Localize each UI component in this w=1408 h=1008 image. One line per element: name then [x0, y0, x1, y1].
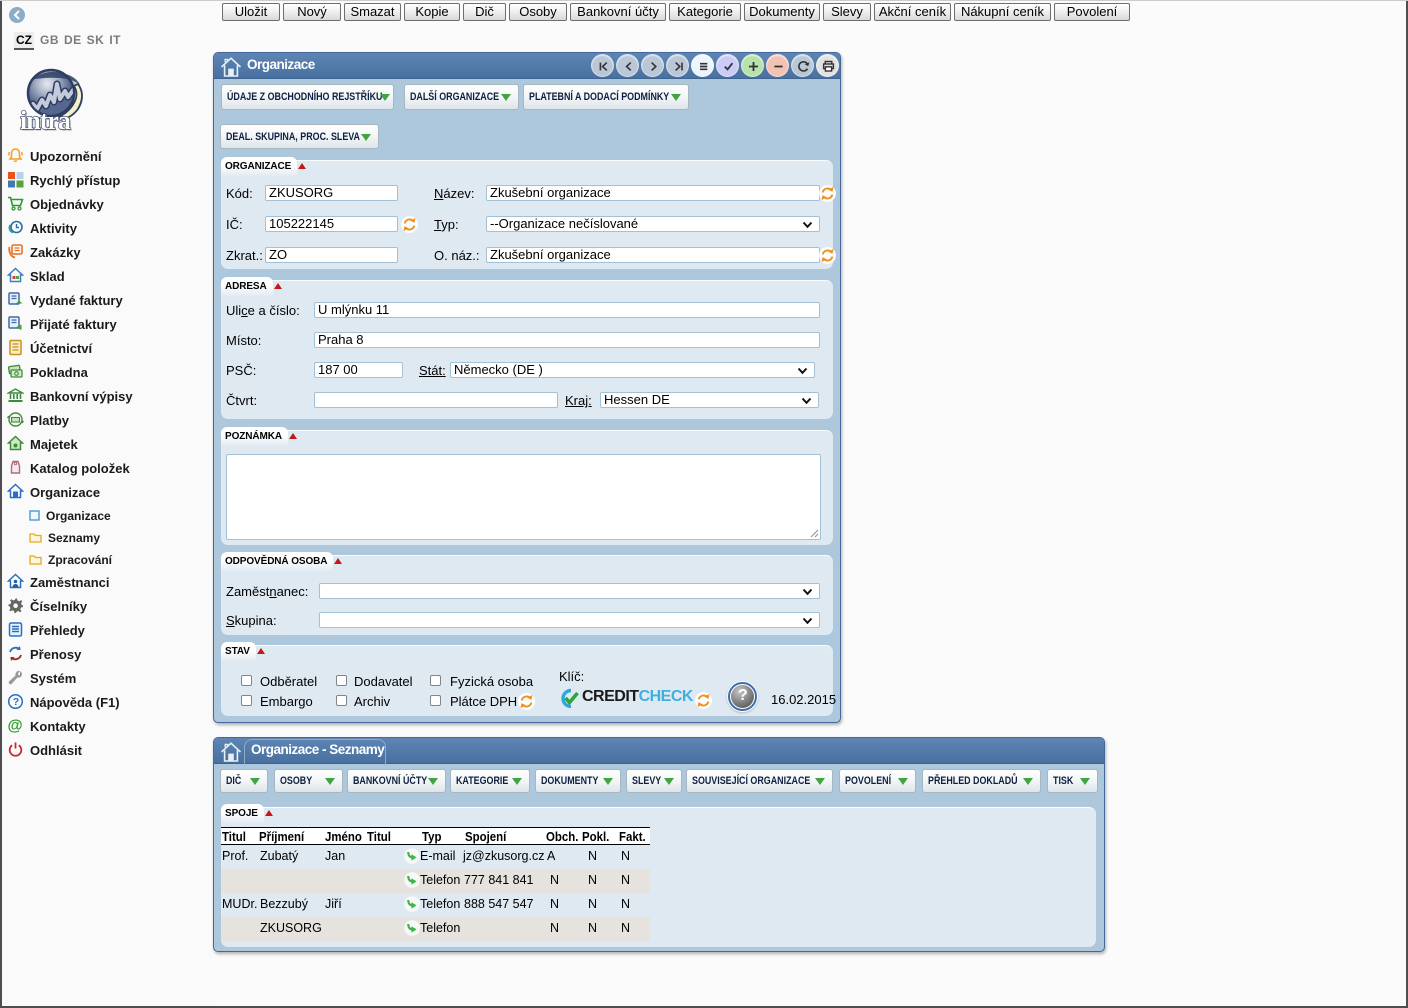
svg-text:@: @: [8, 718, 23, 735]
svg-text:intra: intra: [20, 106, 71, 133]
svg-text:?: ?: [13, 696, 19, 708]
